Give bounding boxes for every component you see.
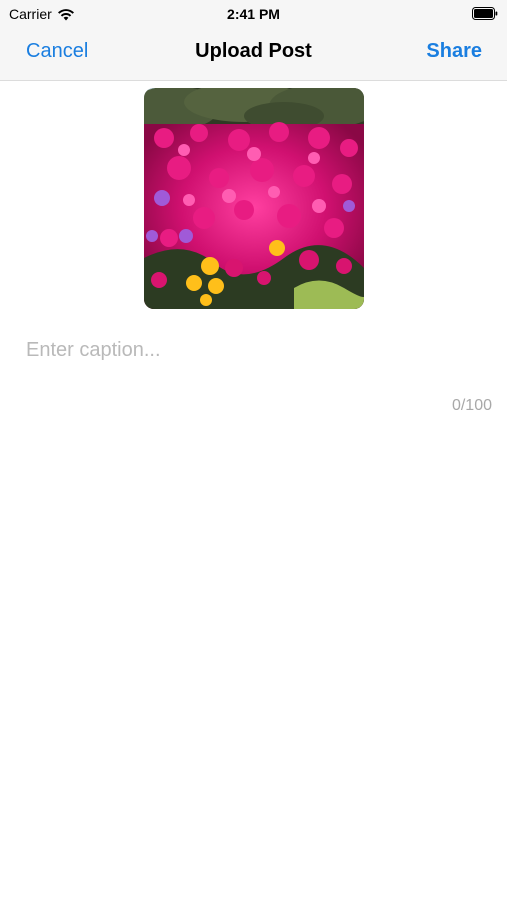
character-counter: 0/100 bbox=[451, 397, 492, 414]
caption-input[interactable] bbox=[26, 336, 486, 364]
navigation-bar: Cancel Upload Post Share bbox=[0, 28, 507, 81]
status-bar: Carrier 2:41 PM bbox=[0, 0, 507, 28]
post-photo[interactable] bbox=[144, 88, 364, 309]
flower-image bbox=[144, 88, 364, 309]
battery-icon bbox=[472, 7, 498, 20]
status-time: 2:41 PM bbox=[227, 6, 280, 22]
share-button[interactable]: Share bbox=[426, 40, 482, 63]
